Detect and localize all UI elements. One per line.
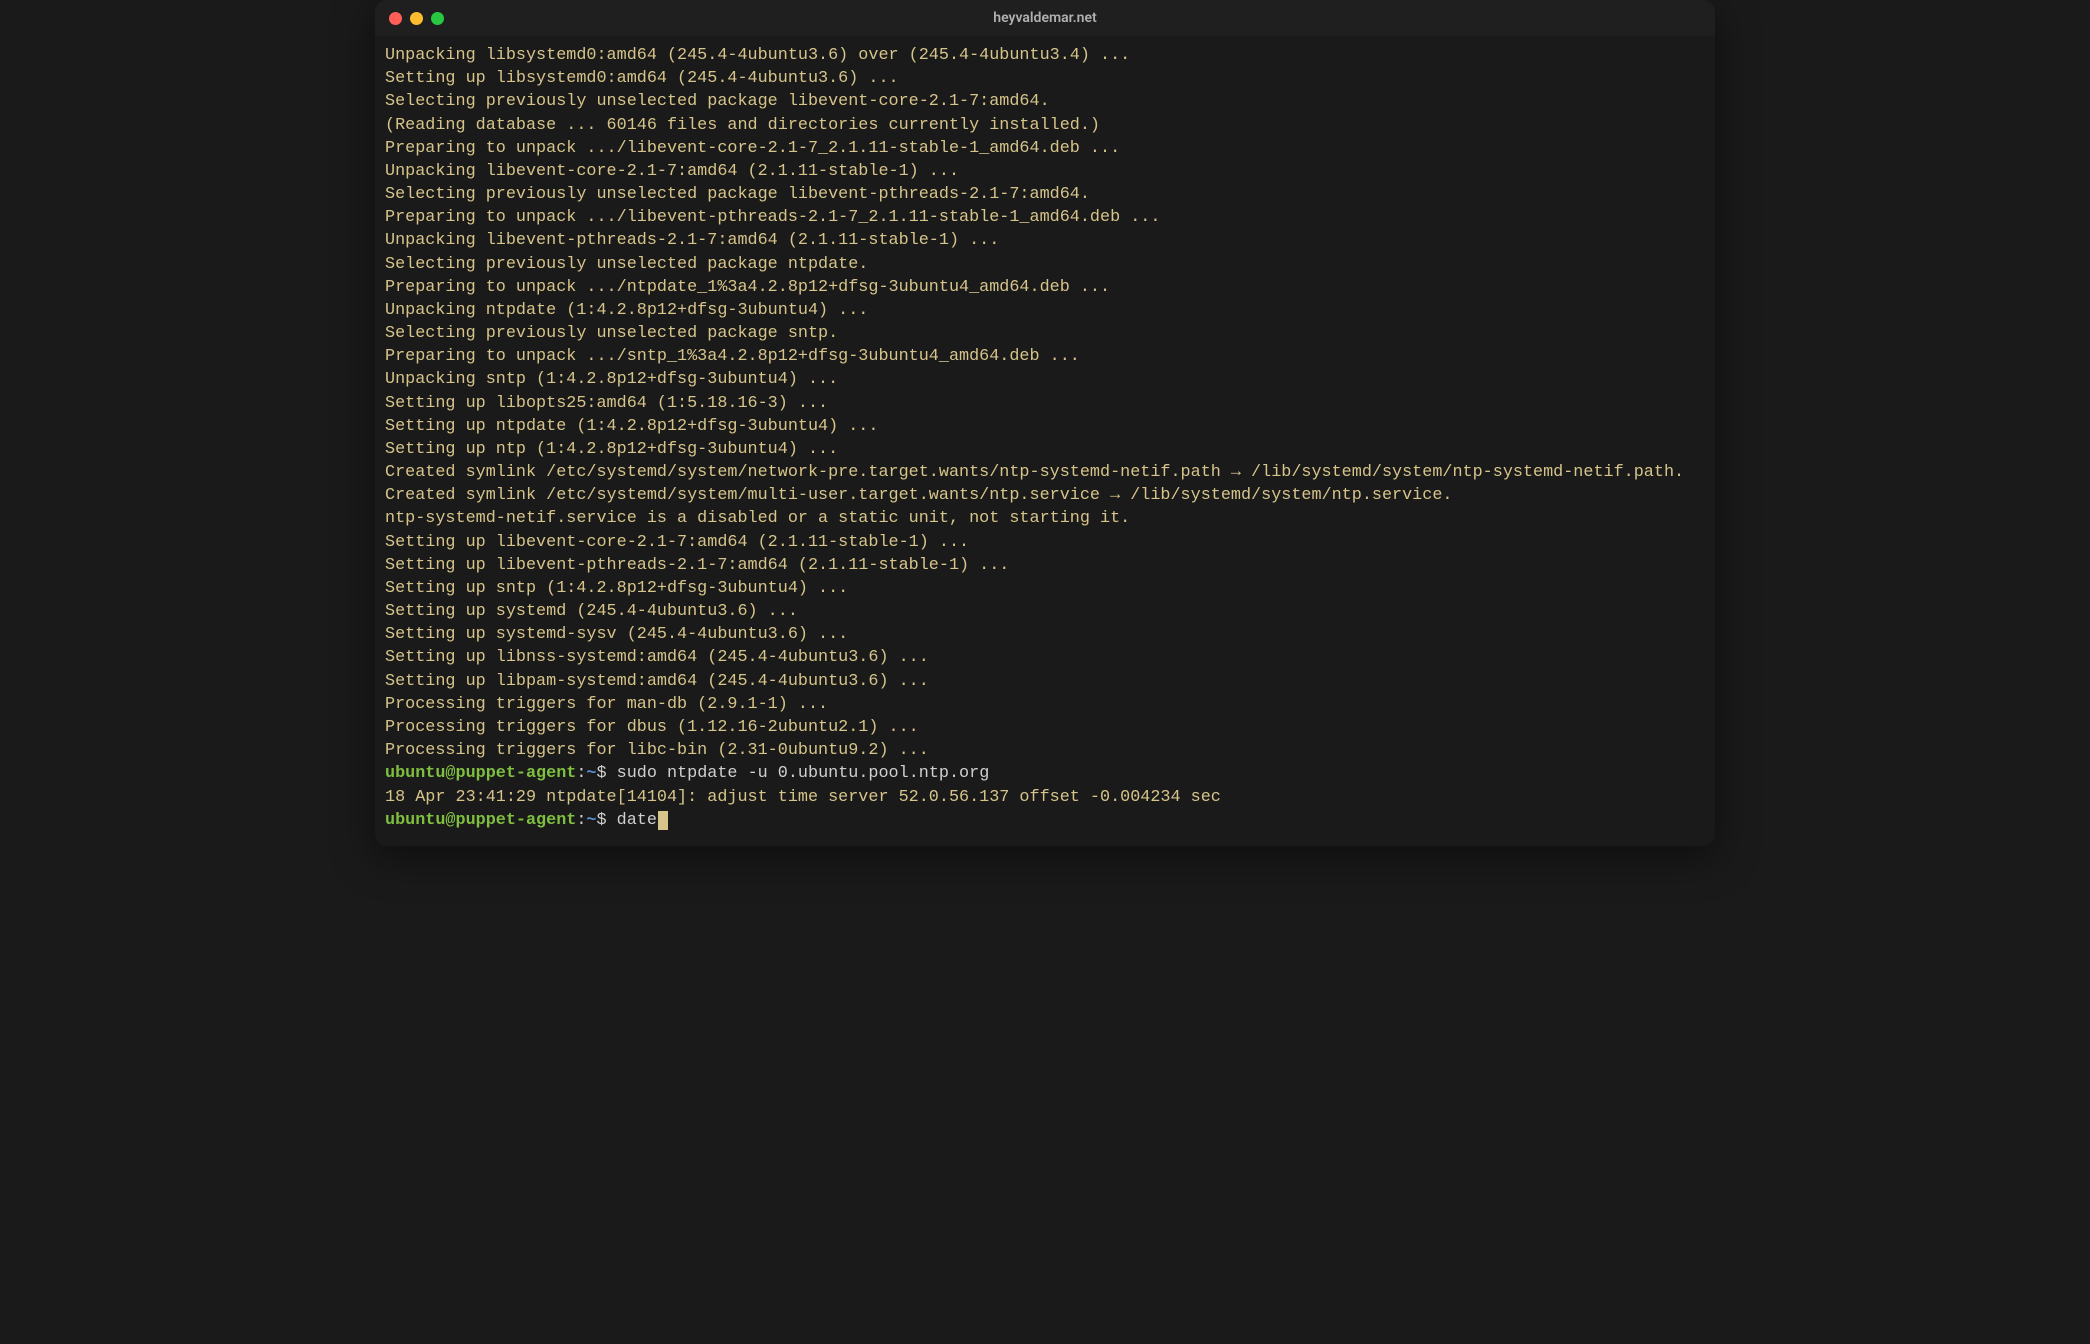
output-line: Unpacking libevent-pthreads-2.1-7:amd64 …	[385, 229, 1705, 252]
output-line: Preparing to unpack .../sntp_1%3a4.2.8p1…	[385, 345, 1705, 368]
prompt-path: ~	[586, 811, 596, 830]
output-line: 18 Apr 23:41:29 ntpdate[14104]: adjust t…	[385, 786, 1705, 809]
output-line: Setting up libsystemd0:amd64 (245.4-4ubu…	[385, 67, 1705, 90]
output-line: Setting up ntpdate (1:4.2.8p12+dfsg-3ubu…	[385, 415, 1705, 438]
output-line: Preparing to unpack .../libevent-pthread…	[385, 206, 1705, 229]
output-line: Created symlink /etc/systemd/system/netw…	[385, 461, 1705, 484]
output-line: Setting up libevent-core-2.1-7:amd64 (2.…	[385, 531, 1705, 554]
output-line: Setting up systemd (245.4-4ubuntu3.6) ..…	[385, 600, 1705, 623]
output-line: Unpacking sntp (1:4.2.8p12+dfsg-3ubuntu4…	[385, 368, 1705, 391]
prompt-sep: :	[576, 811, 586, 830]
window-title: heyvaldemar.net	[375, 10, 1715, 26]
output-line: (Reading database ... 60146 files and di…	[385, 114, 1705, 137]
output-line: Setting up systemd-sysv (245.4-4ubuntu3.…	[385, 623, 1705, 646]
prompt-path: ~	[586, 764, 596, 783]
prompt-user-host: ubuntu@puppet-agent	[385, 811, 576, 830]
output-line: Processing triggers for libc-bin (2.31-0…	[385, 739, 1705, 762]
maximize-icon[interactable]	[431, 12, 444, 25]
prompt-dollar: $	[597, 811, 617, 830]
output-line: Selecting previously unselected package …	[385, 90, 1705, 113]
output-line: Setting up libevent-pthreads-2.1-7:amd64…	[385, 554, 1705, 577]
output-line: Preparing to unpack .../libevent-core-2.…	[385, 137, 1705, 160]
minimize-icon[interactable]	[410, 12, 423, 25]
command-text: sudo ntpdate -u 0.ubuntu.pool.ntp.org	[617, 764, 990, 783]
close-icon[interactable]	[389, 12, 402, 25]
output-line: Preparing to unpack .../ntpdate_1%3a4.2.…	[385, 276, 1705, 299]
prompt-sep: :	[576, 764, 586, 783]
titlebar: heyvaldemar.net	[375, 0, 1715, 36]
prompt-line: ubuntu@puppet-agent:~$ sudo ntpdate -u 0…	[385, 762, 1705, 785]
terminal-window: heyvaldemar.net Unpacking libsystemd0:am…	[375, 0, 1715, 846]
command-text: date	[617, 811, 657, 830]
output-line: Selecting previously unselected package …	[385, 183, 1705, 206]
output-line: Setting up libpam-systemd:amd64 (245.4-4…	[385, 670, 1705, 693]
output-line: Selecting previously unselected package …	[385, 322, 1705, 345]
output-line: Processing triggers for dbus (1.12.16-2u…	[385, 716, 1705, 739]
output-line: Unpacking libsystemd0:amd64 (245.4-4ubun…	[385, 44, 1705, 67]
output-line: Selecting previously unselected package …	[385, 253, 1705, 276]
prompt-user-host: ubuntu@puppet-agent	[385, 764, 576, 783]
terminal-output[interactable]: Unpacking libsystemd0:amd64 (245.4-4ubun…	[375, 36, 1715, 846]
output-line: Unpacking libevent-core-2.1-7:amd64 (2.1…	[385, 160, 1705, 183]
output-line: Processing triggers for man-db (2.9.1-1)…	[385, 693, 1705, 716]
prompt-line: ubuntu@puppet-agent:~$ date	[385, 809, 1705, 832]
cursor	[658, 811, 668, 829]
output-line: Setting up sntp (1:4.2.8p12+dfsg-3ubuntu…	[385, 577, 1705, 600]
output-line: Setting up libnss-systemd:amd64 (245.4-4…	[385, 646, 1705, 669]
prompt-dollar: $	[597, 764, 617, 783]
output-line: Unpacking ntpdate (1:4.2.8p12+dfsg-3ubun…	[385, 299, 1705, 322]
output-line: Setting up ntp (1:4.2.8p12+dfsg-3ubuntu4…	[385, 438, 1705, 461]
traffic-lights	[389, 12, 444, 25]
output-line: ntp-systemd-netif.service is a disabled …	[385, 507, 1705, 530]
output-line: Setting up libopts25:amd64 (1:5.18.16-3)…	[385, 392, 1705, 415]
output-line: Created symlink /etc/systemd/system/mult…	[385, 484, 1705, 507]
